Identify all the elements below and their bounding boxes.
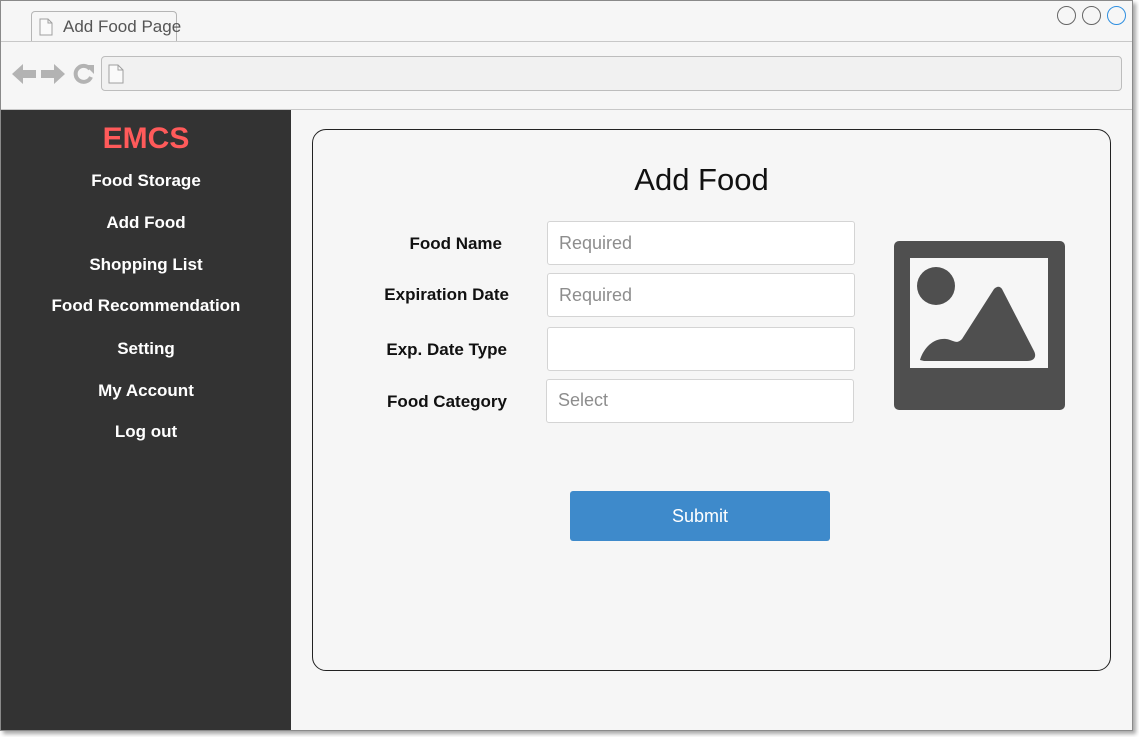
sidebar-item-my-account[interactable]: My Account [1, 381, 291, 401]
submit-button[interactable]: Submit [570, 491, 830, 541]
image-placeholder-icon[interactable] [894, 241, 1065, 410]
navigation-bar [1, 42, 1132, 110]
main-content: Add Food Food Name Expiration Date Exp. … [291, 110, 1132, 730]
arrow-right-icon[interactable] [41, 63, 65, 85]
food-category-selected-value: Select [558, 390, 609, 410]
sidebar: EMCS Food Storage Add Food Shopping List… [1, 110, 291, 730]
food-name-label: Food Name [409, 234, 502, 253]
sidebar-item-food-storage[interactable]: Food Storage [1, 171, 291, 191]
tab-add-food-page[interactable]: Add Food Page [31, 11, 181, 41]
add-food-card: Add Food Food Name Expiration Date Exp. … [312, 129, 1111, 671]
document-icon [39, 18, 53, 36]
sidebar-item-setting[interactable]: Setting [1, 339, 291, 359]
maximize-button[interactable] [1082, 6, 1101, 25]
sidebar-item-add-food[interactable]: Add Food [1, 213, 291, 233]
reload-icon[interactable] [72, 63, 95, 85]
food-category-label: Food Category [387, 392, 507, 411]
minimize-button[interactable] [1057, 6, 1076, 25]
arrow-left-icon[interactable] [12, 63, 36, 85]
sidebar-item-food-recommendation[interactable]: Food Recommendation [1, 296, 291, 316]
exp-date-type-label: Exp. Date Type [386, 340, 507, 359]
browser-window: Add Food Page EMCS Food Storage Add Food… [0, 0, 1133, 731]
food-category-select[interactable]: Select [546, 379, 854, 423]
page-title: Add Food [634, 162, 769, 197]
expiration-date-label: Expiration Date [384, 285, 509, 304]
address-bar[interactable] [101, 56, 1122, 91]
sidebar-item-shopping-list[interactable]: Shopping List [1, 255, 291, 275]
exp-date-type-input[interactable] [547, 327, 855, 371]
expiration-date-input[interactable] [547, 273, 855, 317]
close-button[interactable] [1107, 6, 1126, 25]
sidebar-item-log-out[interactable]: Log out [1, 422, 291, 442]
brand-logo[interactable]: EMCS [1, 122, 291, 156]
tab-bar: Add Food Page [1, 1, 1132, 42]
tab-title: Add Food Page [63, 17, 182, 36]
document-icon [108, 64, 124, 84]
food-name-input[interactable] [547, 221, 855, 265]
